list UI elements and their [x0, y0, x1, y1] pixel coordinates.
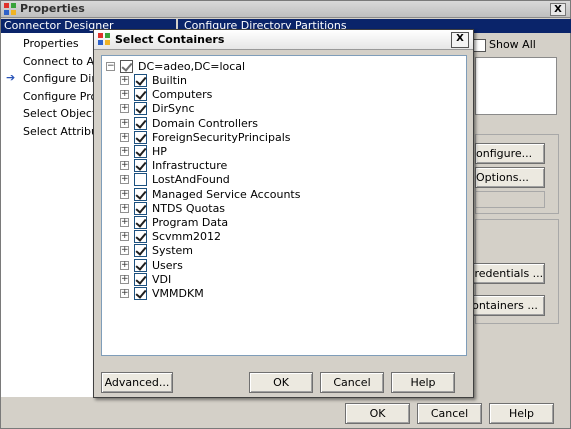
container-label: Scvmm2012 — [152, 230, 221, 244]
container-checkbox[interactable] — [134, 173, 147, 187]
advanced-button[interactable]: Advanced... — [101, 372, 173, 393]
expand-icon[interactable]: + — [120, 274, 129, 284]
collapse-icon[interactable]: − — [106, 62, 115, 71]
properties-title-bar: Properties X — [1, 1, 570, 18]
container-item[interactable]: + Infrastructure — [120, 159, 420, 173]
expand-icon[interactable]: + — [120, 132, 129, 142]
partitions-list[interactable] — [475, 57, 557, 115]
tree-root[interactable]: − DC=adeo,DC=local — [106, 60, 406, 74]
container-item[interactable]: + HP — [120, 145, 420, 159]
expand-icon[interactable]: + — [120, 203, 129, 213]
properties-ok-button[interactable]: OK — [345, 403, 410, 424]
app-icon — [4, 3, 17, 16]
containers-button[interactable]: ontainers ... — [465, 295, 545, 316]
dialog-help-button[interactable]: Help — [391, 372, 455, 393]
container-item[interactable]: + NTDS Quotas — [120, 201, 420, 216]
container-tree[interactable]: − DC=adeo,DC=local + Builtin + Computers + Di… — [101, 55, 467, 356]
container-checkbox[interactable] — [134, 201, 147, 215]
container-checkbox[interactable] — [134, 88, 147, 102]
dialog-title: Select Containers — [115, 33, 225, 46]
container-label: Domain Controllers — [152, 116, 259, 130]
expand-icon[interactable]: + — [120, 90, 129, 100]
root-label: DC=adeo,DC=local — [138, 60, 246, 73]
dialog-ok-button[interactable]: OK — [249, 372, 313, 393]
container-checkbox[interactable] — [134, 244, 147, 258]
expand-icon[interactable]: + — [120, 289, 129, 298]
container-label: NTDS Quotas — [152, 201, 226, 215]
container-item[interactable]: + Scvmm2012 — [120, 230, 420, 244]
expand-icon[interactable]: + — [120, 118, 129, 128]
container-item[interactable]: + Program Data — [120, 216, 420, 230]
container-label: Computers — [152, 88, 213, 102]
container-label: Infrastructure — [152, 159, 228, 173]
expand-icon[interactable]: + — [120, 218, 129, 227]
root-checkbox[interactable] — [120, 60, 133, 73]
container-item[interactable]: + VDI — [120, 272, 420, 287]
container-checkbox[interactable] — [134, 130, 147, 144]
container-label: VMMDKM — [152, 287, 204, 300]
container-checkbox[interactable] — [134, 216, 147, 229]
show-all-checkbox[interactable] — [473, 39, 486, 52]
credentials-button[interactable]: Credentials ... — [465, 263, 545, 284]
dialog-cancel-button[interactable]: Cancel — [320, 372, 384, 393]
container-item[interactable]: + VMMDKM — [120, 287, 420, 301]
container-checkbox[interactable] — [134, 287, 147, 300]
container-checkbox[interactable] — [134, 187, 147, 201]
container-label: HP — [152, 145, 167, 158]
expand-icon[interactable]: + — [120, 104, 129, 114]
dialog-title-bar: Select Containers X — [94, 30, 473, 50]
container-item[interactable]: + Computers — [120, 88, 420, 102]
expand-icon[interactable]: + — [120, 189, 129, 199]
expand-icon[interactable]: + — [120, 161, 129, 171]
container-checkbox[interactable] — [134, 230, 147, 244]
container-label: VDI — [152, 272, 172, 286]
container-item[interactable]: + DirSync — [120, 102, 420, 116]
expand-icon[interactable]: + — [120, 260, 129, 270]
container-checkbox[interactable] — [134, 159, 147, 173]
container-label: Program Data — [152, 216, 229, 229]
container-checkbox[interactable] — [134, 145, 147, 158]
expand-icon[interactable]: + — [120, 246, 129, 256]
dialog-app-icon — [98, 33, 111, 46]
container-item[interactable]: + LostAndFound — [120, 173, 420, 187]
container-checkbox[interactable] — [134, 116, 147, 130]
container-label: Builtin — [152, 74, 187, 87]
expand-icon[interactable]: + — [120, 147, 129, 156]
expand-icon[interactable]: + — [120, 76, 129, 85]
container-item[interactable]: + System — [120, 244, 420, 258]
container-item[interactable]: + Managed Service Accounts — [120, 187, 420, 202]
select-containers-dialog: Select Containers X − DC=adeo,DC=local +… — [93, 29, 474, 398]
container-item[interactable]: + Domain Controllers — [120, 116, 420, 131]
container-checkbox[interactable] — [134, 258, 147, 272]
properties-help-button[interactable]: Help — [489, 403, 554, 424]
expand-icon[interactable]: + — [120, 232, 129, 242]
options-button[interactable]: Options... — [475, 167, 545, 188]
container-checkbox[interactable] — [134, 102, 147, 116]
container-label: LostAndFound — [152, 173, 230, 187]
properties-cancel-button[interactable]: Cancel — [417, 403, 482, 424]
dialog-close-button[interactable]: X — [451, 32, 469, 48]
window-title: Properties — [20, 2, 85, 15]
expand-icon[interactable]: + — [120, 175, 129, 185]
container-label: ForeignSecurityPrincipals — [152, 130, 291, 144]
container-checkbox[interactable] — [134, 272, 147, 286]
container-item[interactable]: + Users — [120, 258, 420, 273]
container-label: Users — [152, 258, 183, 272]
container-label: DirSync — [152, 102, 195, 116]
configure-button[interactable]: onfigure... — [475, 143, 545, 164]
current-step-arrow-icon: ➔ — [6, 71, 16, 84]
container-checkbox[interactable] — [134, 74, 147, 87]
container-label: Managed Service Accounts — [152, 187, 301, 201]
show-all-label: Show All — [489, 38, 536, 51]
close-button[interactable]: X — [550, 3, 566, 16]
container-item[interactable]: + ForeignSecurityPrincipals — [120, 130, 420, 145]
container-item[interactable]: + Builtin — [120, 74, 420, 88]
container-label: System — [152, 244, 194, 258]
disabled-field — [475, 191, 545, 208]
